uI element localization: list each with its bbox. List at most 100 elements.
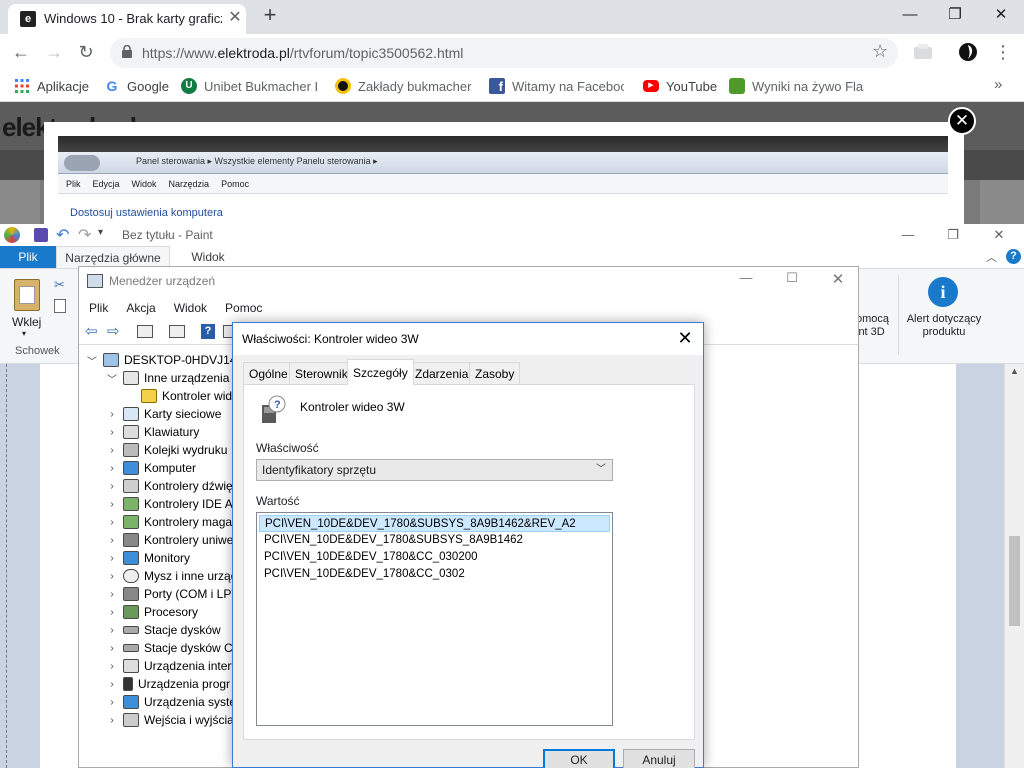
- chevron-right-icon[interactable]: ›: [105, 661, 119, 672]
- chevron-down-icon[interactable]: ﹀: [85, 353, 99, 368]
- tree-category[interactable]: › Stacje dysków CD: [105, 639, 241, 657]
- tree-root[interactable]: ﹀ DESKTOP-0HDVJ14: [85, 351, 236, 369]
- address-bar[interactable]: https://www.elektroda.pl/rtvforum/topic3…: [110, 38, 898, 68]
- menu-pomoc[interactable]: Pomoc: [225, 301, 262, 315]
- bookmarks-overflow-icon[interactable]: »: [994, 76, 1002, 93]
- value-list-item[interactable]: PCI\VEN_10DE&DEV_1780&SUBSYS_8A9B1462&RE…: [259, 515, 610, 532]
- tab-widok[interactable]: Widok: [178, 246, 238, 268]
- chevron-right-icon[interactable]: ›: [105, 625, 119, 636]
- bookmark-facebook[interactable]: f Witamy na Facebook: [489, 76, 624, 96]
- profile-avatar-icon[interactable]: [958, 42, 978, 62]
- collapse-ribbon-icon[interactable]: ︿: [986, 249, 997, 265]
- dm-minimize-button[interactable]: —: [731, 270, 761, 292]
- paint-close-button[interactable]: ✕: [976, 224, 1022, 246]
- chevron-right-icon[interactable]: ›: [105, 589, 119, 600]
- view-icon[interactable]: [169, 325, 185, 338]
- tree-category[interactable]: › Kolejki wydruku: [105, 441, 227, 459]
- close-window-button[interactable]: ✕: [987, 4, 1015, 26]
- extension-icon[interactable]: [912, 43, 934, 61]
- back-arrow-icon[interactable]: ⇦: [85, 322, 98, 340]
- chevron-right-icon[interactable]: ›: [105, 715, 119, 726]
- bookmark-betting[interactable]: Zakłady bukmachersk: [335, 76, 472, 96]
- tree-category[interactable]: › Urządzenia syster: [105, 693, 240, 711]
- chevron-right-icon[interactable]: ›: [105, 445, 119, 456]
- tree-category[interactable]: › Klawiatury: [105, 423, 199, 441]
- tree-category[interactable]: › Kontrolery dźwię: [105, 477, 233, 495]
- dm-maximize-button[interactable]: ☐: [777, 270, 807, 292]
- help-book-icon[interactable]: ?: [201, 324, 215, 339]
- paste-label[interactable]: Wklej: [12, 315, 41, 329]
- cancel-button[interactable]: Anuluj: [623, 749, 695, 768]
- tab-zdarzenia[interactable]: Zdarzenia: [409, 362, 475, 384]
- tab-sterownik[interactable]: Sterownik: [289, 362, 354, 384]
- chevron-right-icon[interactable]: ›: [105, 679, 119, 690]
- chevron-right-icon[interactable]: ›: [105, 517, 119, 528]
- undo-icon[interactable]: ↶: [56, 225, 69, 245]
- tab-szczegoly[interactable]: Szczegóły: [347, 359, 414, 385]
- dm-close-button[interactable]: ✕: [823, 270, 853, 292]
- help-icon[interactable]: ?: [1006, 249, 1021, 264]
- tab-plik[interactable]: Plik: [0, 246, 56, 268]
- tree-category[interactable]: › Procesory: [105, 603, 198, 621]
- browser-tab[interactable]: e Windows 10 - Brak karty graficzn ✕: [8, 4, 246, 34]
- tree-category[interactable]: › Porty (COM i LPT: [105, 585, 239, 603]
- bookmark-star-icon[interactable]: ☆: [872, 41, 888, 62]
- paint-minimize-button[interactable]: —: [885, 224, 931, 246]
- new-tab-button[interactable]: +: [258, 4, 282, 28]
- menu-widok[interactable]: Widok: [174, 301, 207, 315]
- properties-close-button[interactable]: ✕: [673, 327, 697, 351]
- back-button[interactable]: ←: [10, 42, 32, 64]
- value-list-item[interactable]: PCI\VEN_10DE&DEV_1780&CC_030200: [259, 549, 610, 566]
- product-alert-label[interactable]: Alert dotyczący produktu: [904, 313, 984, 339]
- menu-plik[interactable]: Plik: [89, 301, 108, 315]
- value-list-item[interactable]: PCI\VEN_10DE&DEV_1780&CC_0302: [259, 566, 610, 583]
- cut-icon[interactable]: ✂: [54, 277, 65, 293]
- save-icon[interactable]: [34, 228, 48, 242]
- tree-category[interactable]: › Monitory: [105, 549, 190, 567]
- redo-icon[interactable]: ↷: [78, 225, 91, 245]
- forward-button[interactable]: →: [43, 42, 65, 64]
- value-list[interactable]: PCI\VEN_10DE&DEV_1780&SUBSYS_8A9B1462&RE…: [256, 512, 613, 726]
- chevron-right-icon[interactable]: ›: [105, 499, 119, 510]
- chevron-right-icon[interactable]: ›: [105, 463, 119, 474]
- tree-category[interactable]: › Komputer: [105, 459, 196, 477]
- bookmark-apps[interactable]: Aplikacje: [14, 76, 89, 96]
- bookmark-flashscore[interactable]: Wyniki na żywo Flash: [729, 76, 864, 96]
- restore-button[interactable]: ❐: [941, 4, 969, 26]
- chevron-right-icon[interactable]: ›: [105, 643, 119, 654]
- menu-akcja[interactable]: Akcja: [126, 301, 155, 315]
- chevron-right-icon[interactable]: ›: [105, 553, 119, 564]
- forward-arrow-icon[interactable]: ⇨: [107, 322, 120, 340]
- chevron-right-icon[interactable]: ›: [105, 571, 119, 582]
- minimize-button[interactable]: —: [896, 4, 924, 26]
- lightbox-close-icon[interactable]: ✕: [948, 107, 976, 135]
- bookmark-google[interactable]: G Google: [104, 76, 169, 96]
- paste-icon[interactable]: [14, 279, 40, 311]
- paste-dropdown-icon[interactable]: ▾: [22, 329, 26, 338]
- tree-category[interactable]: › Karty sieciowe: [105, 405, 221, 423]
- quick-access-dropdown-icon[interactable]: ▾: [98, 227, 103, 238]
- tree-category[interactable]: › Stacje dysków: [105, 621, 220, 639]
- bookmark-youtube[interactable]: ▶ YouTube: [643, 76, 717, 96]
- property-select[interactable]: Identyfikatory sprzętu ﹀: [256, 459, 613, 481]
- ok-button[interactable]: OK: [543, 749, 615, 768]
- product-alert-icon[interactable]: i: [928, 277, 958, 307]
- chevron-right-icon[interactable]: ›: [105, 481, 119, 492]
- tab-close-icon[interactable]: ✕: [226, 9, 244, 27]
- tree-category[interactable]: › Wejścia i wyjścia: [105, 711, 234, 729]
- tab-zasoby[interactable]: Zasoby: [469, 362, 521, 384]
- paint3d-label[interactable]: omocą int 3D: [856, 313, 889, 339]
- chevron-right-icon[interactable]: ›: [105, 607, 119, 618]
- properties-icon[interactable]: [137, 325, 153, 338]
- chevron-right-icon[interactable]: ›: [105, 535, 119, 546]
- menu-kebab-icon[interactable]: ⋮: [994, 40, 1012, 64]
- bookmark-unibet[interactable]: U Unibet Bukmacher In: [181, 76, 318, 96]
- tree-video-controller[interactable]: Kontroler wid: [141, 387, 232, 405]
- paint-vertical-scrollbar[interactable]: ▲: [1004, 364, 1024, 768]
- lock-icon[interactable]: [122, 45, 132, 58]
- chevron-right-icon[interactable]: ›: [105, 427, 119, 438]
- tree-category[interactable]: › Urządzenia progr: [105, 675, 230, 693]
- tab-ogolne[interactable]: Ogólne: [243, 362, 294, 384]
- tree-category[interactable]: › Mysz i inne urząd: [105, 567, 237, 585]
- tab-narzedzia-glowne[interactable]: Narzędzia główne: [56, 246, 170, 268]
